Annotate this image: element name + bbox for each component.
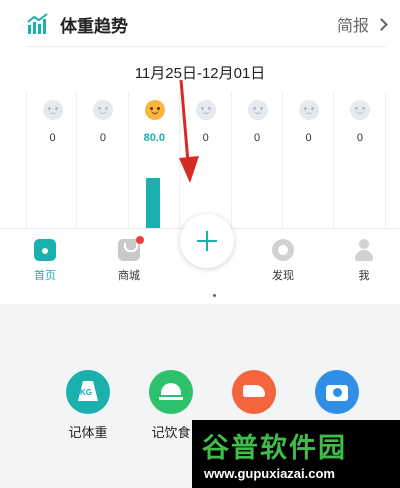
page-title: 体重趋势 — [60, 17, 128, 36]
nav-discover[interactable]: 发现 — [258, 239, 308, 283]
face-icon — [299, 100, 319, 120]
notification-badge — [136, 236, 144, 244]
smiley-face-icon — [144, 100, 165, 120]
date-range[interactable]: 11月25日-12月01日 — [0, 62, 400, 83]
header-divider — [26, 46, 386, 47]
nav-me-label: 我 — [358, 270, 370, 282]
home-icon — [34, 239, 56, 261]
day-column[interactable]: 0 — [180, 92, 232, 228]
running-shoe-icon — [232, 370, 276, 414]
camera-button[interactable] — [305, 370, 369, 414]
nav-discover-label: 发现 — [272, 270, 294, 282]
face-icon — [196, 100, 217, 120]
day-value: 0 — [202, 132, 209, 144]
day-column[interactable]: 0 — [283, 92, 335, 228]
face-icon — [247, 100, 268, 120]
trend-chart-icon — [27, 13, 48, 34]
face-icon — [93, 100, 114, 120]
day-value: 0 — [356, 132, 363, 144]
nav-home-label: 首页 — [34, 270, 56, 282]
user-icon — [353, 239, 375, 261]
page-indicator — [213, 294, 216, 297]
food-cloche-icon — [149, 370, 193, 414]
report-button[interactable]: 简报 — [336, 12, 388, 36]
header: 体重趋势 简报 — [0, 0, 400, 46]
day-column[interactable]: 0 — [26, 92, 78, 228]
day-column[interactable]: 0 — [77, 92, 129, 228]
week-grid: 0 0 80.0 0 0 0 0 — [26, 92, 386, 228]
nav-mall[interactable]: 商城 — [104, 236, 154, 283]
face-icon — [350, 100, 371, 120]
day-value: 80.0 — [143, 132, 165, 144]
watermark-url: www.gupuxiazai.com — [204, 466, 335, 481]
chevron-right-icon — [375, 17, 388, 31]
day-column[interactable]: 0 — [334, 92, 386, 228]
weight-bar — [146, 178, 160, 228]
watermark: 谷普软件园 www.gupuxiazai.com — [192, 420, 400, 488]
day-value: 0 — [254, 132, 261, 144]
day-value: 0 — [305, 132, 312, 144]
record-weight-button[interactable]: KG 记体重 — [56, 370, 120, 441]
nav-me[interactable]: 我 — [339, 239, 389, 283]
kg-icon-text: KG — [80, 388, 92, 397]
scale-weight-icon: KG — [66, 370, 110, 414]
day-value: 0 — [99, 132, 106, 144]
nav-mall-label: 商城 — [118, 270, 140, 282]
discover-icon — [272, 239, 294, 261]
record-exercise-button[interactable] — [222, 370, 286, 414]
day-value: 0 — [49, 132, 56, 144]
watermark-text: 谷普软件园 — [202, 433, 347, 463]
face-icon — [43, 100, 63, 120]
day-column[interactable]: 0 — [232, 92, 283, 228]
add-record-button[interactable] — [180, 214, 234, 268]
nav-home[interactable]: 首页 — [20, 239, 70, 283]
record-weight-label: 记体重 — [68, 425, 108, 440]
camera-icon — [315, 370, 359, 414]
report-label: 简报 — [336, 18, 369, 35]
shopping-bag-icon — [118, 236, 144, 261]
